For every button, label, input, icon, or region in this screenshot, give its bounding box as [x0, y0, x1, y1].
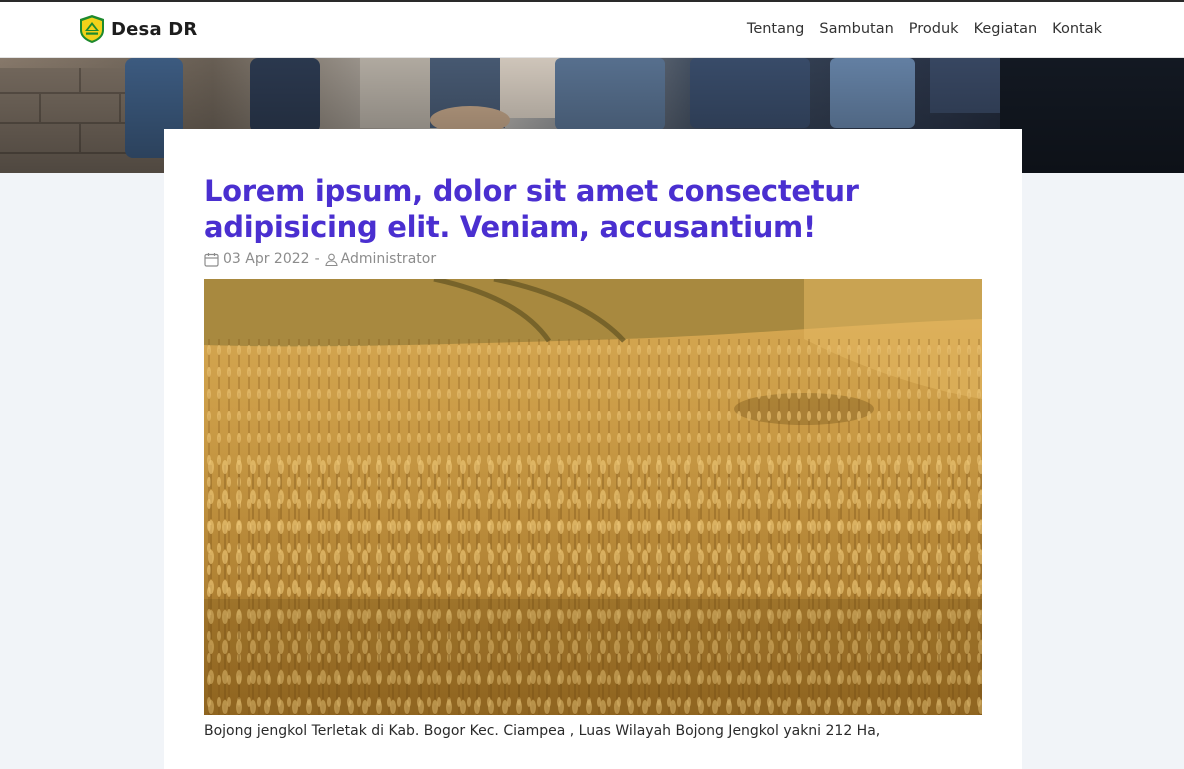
nav-item-sambutan[interactable]: Sambutan [819, 21, 893, 37]
wheat-field-photo [204, 279, 982, 715]
nav-item-kegiatan[interactable]: Kegiatan [974, 21, 1038, 37]
article-date: 03 Apr 2022 [223, 251, 310, 267]
article-card: Lorem ipsum, dolor sit amet consectetur … [164, 129, 1022, 769]
main-menu: Tentang Sambutan Produk Kegiatan Kontak [747, 20, 1102, 38]
nav-item-produk[interactable]: Produk [909, 21, 959, 37]
nav-item-kontak[interactable]: Kontak [1052, 21, 1102, 37]
nav-item-tentang[interactable]: Tentang [747, 21, 804, 37]
meta-separator: - [314, 251, 320, 267]
article-title: Lorem ipsum, dolor sit amet consectetur … [204, 174, 859, 244]
article-body-text: Bojong jengkol Terletak di Kab. Bogor Ke… [204, 723, 881, 739]
article-author: Administrator [340, 251, 437, 267]
user-icon [325, 253, 338, 266]
brand-link[interactable]: Desa DR [78, 13, 197, 45]
village-emblem-icon [80, 15, 104, 43]
brand-name: Desa DR [111, 18, 198, 40]
top-navbar: Desa DR Tentang Sambutan Produk Kegiatan… [0, 0, 1184, 58]
article-meta: 03 Apr 2022 - Administrator [204, 251, 436, 267]
calendar-icon [204, 252, 219, 267]
